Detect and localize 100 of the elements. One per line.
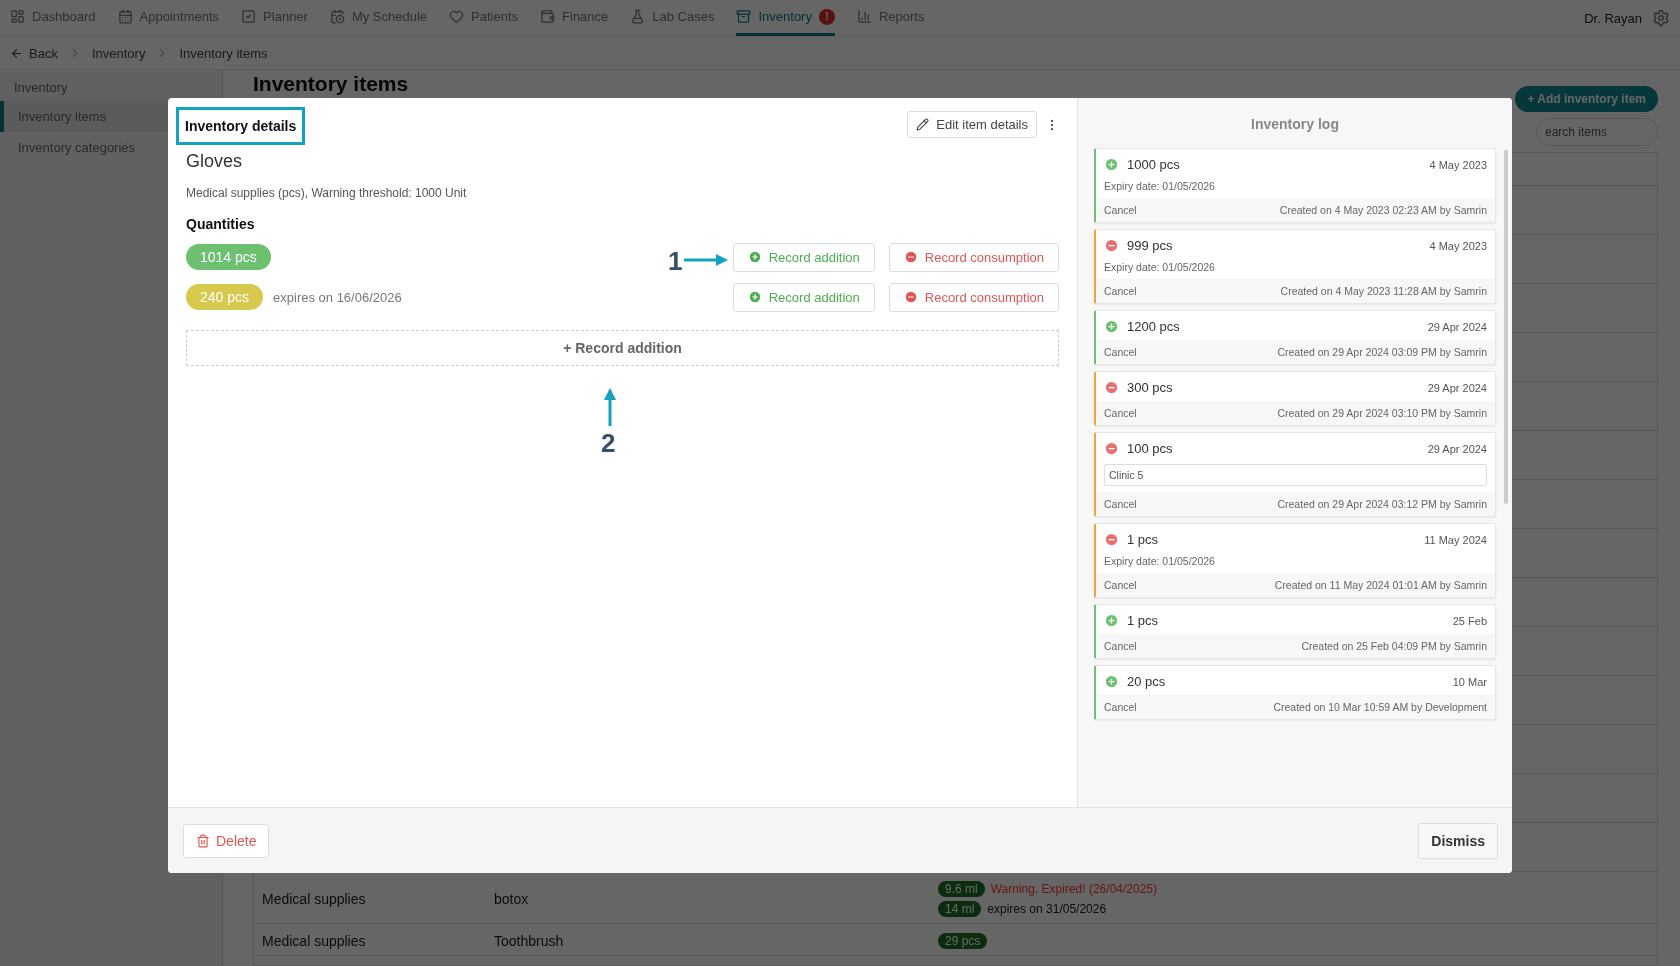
log-amount: 300 pcs [1127, 380, 1173, 395]
annotation-number: 1 [668, 246, 683, 277]
trash-icon [196, 833, 210, 848]
minus-circle-icon [903, 250, 918, 264]
item-name: Gloves [186, 151, 244, 172]
dismiss-button[interactable]: Dismiss [1418, 822, 1498, 859]
cancel-link[interactable]: Cancel [1104, 346, 1137, 358]
checkbox-icon [241, 9, 257, 24]
record-consumption-button[interactable]: Record consumption [888, 242, 1059, 272]
log-date: 4 May 2023 [1429, 158, 1487, 171]
minus-circle-icon [1104, 532, 1119, 547]
record-addition-button[interactable]: Record addition [732, 282, 875, 312]
sidebar-heading: Inventory [13, 79, 69, 97]
table-cell-text: Medical supplies [261, 933, 367, 949]
log-date: 4 May 2023 [1429, 239, 1487, 252]
created-text: Created on 25 Feb 04:09 PM by Samrin [1301, 640, 1487, 652]
dialog-title: Inventory details [176, 107, 306, 145]
created-text: Created on 11 May 2024 01:01 AM by Samrin [1274, 579, 1487, 591]
section-heading: Quantities [186, 216, 256, 232]
quantity-pill: 14 ml [938, 901, 982, 917]
expiry-text: Expiry date: 01/05/2026 [1104, 261, 1216, 273]
created-text: Created on 4 May 2023 02:23 AM by Samrin [1279, 204, 1487, 216]
record-consumption-button[interactable]: Record consumption [888, 282, 1059, 312]
item-description: Medical supplies (pcs), Warning threshold: 1000 Unit [186, 186, 468, 200]
note-field[interactable]: Clinic 5 [1104, 464, 1487, 486]
bar-chart-icon [856, 9, 872, 24]
delete-button[interactable]: Delete [183, 823, 270, 858]
table-cell-text: botox [493, 891, 530, 907]
panel-title: Inventory log [1250, 115, 1340, 134]
quantity-pill: 240 pcs [186, 284, 264, 310]
log-date: 11 May 2024 [1424, 533, 1487, 546]
record-addition-button[interactable]: + Record addition [186, 330, 1059, 366]
plus-circle-icon [1104, 319, 1119, 334]
annotation-arrow [684, 253, 728, 267]
calendar-clock-icon [329, 9, 345, 24]
minus-circle-icon [903, 290, 918, 304]
scrollbar[interactable] [1504, 150, 1508, 504]
dashboard-icon [10, 9, 25, 24]
cancel-link[interactable]: Cancel [1104, 701, 1137, 713]
plus-circle-icon [1104, 613, 1119, 628]
log-date: 29 Apr 2024 [1427, 442, 1487, 455]
log-amount: 20 pcs [1127, 674, 1166, 689]
log-amount: 1000 pcs [1127, 157, 1180, 172]
breadcrumb-link[interactable]: Inventory items [179, 45, 268, 61]
minus-circle-icon [1104, 441, 1119, 456]
heart-icon [449, 9, 465, 24]
expiry-text: Expiry date: 01/05/2026 [1104, 180, 1216, 192]
alert-badge: ! [818, 8, 835, 25]
log-amount: 1 pcs [1127, 613, 1159, 628]
expiry-text: expires on 16/06/2026 [273, 289, 402, 305]
log-date: 29 Apr 2024 [1427, 381, 1487, 394]
quantity-pill: 29 pcs [938, 933, 988, 949]
cancel-link[interactable]: Cancel [1104, 407, 1137, 419]
annotation-number: 2 [601, 428, 616, 459]
page-title: Inventory items [253, 72, 409, 96]
search-field[interactable]: earch items [1536, 118, 1658, 146]
annotation-arrow [603, 388, 617, 426]
calendar-icon [117, 9, 133, 24]
archive-icon [736, 9, 752, 24]
expiry-text: expires on 31/05/2026 [987, 902, 1107, 916]
add-item-button[interactable]: + Add inventory item [1515, 86, 1658, 112]
log-amount: 999 pcs [1127, 238, 1173, 253]
cancel-link[interactable]: Cancel [1104, 579, 1137, 591]
plus-circle-icon [1104, 157, 1119, 172]
record-addition-button[interactable]: Record addition [732, 242, 875, 272]
quantity-pill: 9.6 ml [938, 881, 985, 897]
breadcrumb-link[interactable]: Inventory [91, 45, 146, 61]
created-text: Created on 4 May 2023 11:28 AM by Samrin [1280, 285, 1487, 297]
plus-circle-icon [747, 250, 762, 264]
warning-text: Warning. Expired! (26/04/2025) [990, 882, 1157, 896]
wallet-icon [540, 9, 556, 24]
log-date: 10 Mar [1452, 675, 1487, 688]
log-amount: 100 pcs [1127, 441, 1173, 456]
cancel-link[interactable]: Cancel [1104, 285, 1137, 297]
created-text: Created on 29 Apr 2024 03:10 PM by Samrin [1277, 407, 1487, 419]
back-arrow-icon [10, 46, 23, 60]
minus-circle-icon [1104, 380, 1119, 395]
edit-button[interactable]: Edit item details [907, 111, 1037, 138]
cancel-link[interactable]: Cancel [1104, 640, 1137, 652]
back-link[interactable]: Back [10, 45, 58, 61]
log-amount: 1200 pcs [1127, 319, 1180, 334]
log-amount: 1 pcs [1127, 532, 1159, 547]
quantity-pill: 1014 pcs [186, 244, 271, 270]
log-date: 29 Apr 2024 [1427, 320, 1487, 333]
log-date: 25 Feb [1452, 614, 1487, 627]
created-text: Created on 10 Mar 10:59 AM by Development [1273, 701, 1487, 713]
flask-icon [630, 9, 646, 24]
created-text: Created on 29 Apr 2024 03:12 PM by Samrin [1277, 498, 1487, 510]
cancel-link[interactable]: Cancel [1104, 498, 1137, 510]
minus-circle-icon [1104, 238, 1119, 253]
table-cell-text: Toothbrush [493, 933, 565, 949]
expiry-text: Expiry date: 01/05/2026 [1104, 555, 1216, 567]
table-cell-text: Medical supplies [261, 891, 367, 907]
pencil-icon [916, 118, 930, 131]
plus-circle-icon [747, 290, 762, 304]
plus-circle-icon [1104, 674, 1119, 689]
nav-tab[interactable]: Inventory ! [736, 0, 835, 36]
created-text: Created on 29 Apr 2024 03:09 PM by Samrin [1277, 346, 1487, 358]
cancel-link[interactable]: Cancel [1104, 204, 1137, 216]
settings-icon[interactable] [1652, 9, 1670, 27]
